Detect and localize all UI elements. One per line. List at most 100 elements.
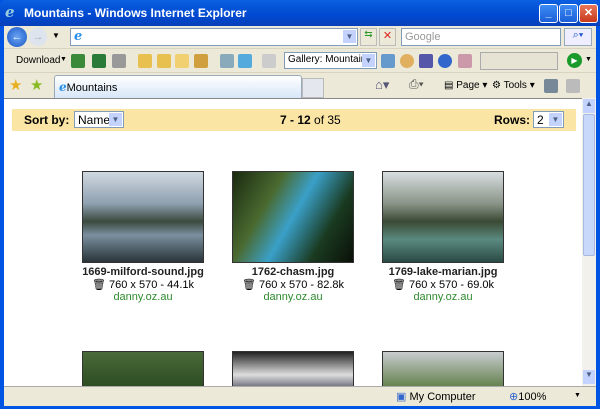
refresh-button[interactable]: ⇆ <box>360 28 377 46</box>
vertical-scrollbar[interactable]: ▲ ▼ <box>582 98 596 386</box>
folder-prev-icon[interactable] <box>138 54 152 68</box>
text-icon[interactable] <box>262 54 276 68</box>
folder-delete-icon[interactable] <box>194 54 208 68</box>
rows-select[interactable]: 2 ▼ <box>533 111 564 128</box>
edit-icon[interactable] <box>381 54 395 68</box>
add-favorites-icon[interactable]: ★ <box>30 76 43 94</box>
stop-button[interactable]: ✕ <box>379 28 396 46</box>
zoom-icon[interactable] <box>400 54 414 68</box>
gallery-item: 1762-chasm.jpg 🗑 760 x 570 - 82.8k danny… <box>218 266 368 303</box>
image-info: 760 x 570 - 44.1k <box>109 279 195 291</box>
scroll-up-button[interactable]: ▲ <box>583 99 595 113</box>
minimize-button[interactable]: _ <box>539 4 558 23</box>
navigation-bar: ← → ▼ e ▼ ⇆ ✕ Google ⌕▾ <box>4 26 596 48</box>
page-content: Sort by: Name ▼ 7 - 12 of 35 Rows: 2 ▼ 166… <box>4 98 582 391</box>
tab-ie-icon: e <box>59 80 67 94</box>
folder-icon[interactable] <box>175 54 189 68</box>
sort-label: Sort by: <box>24 113 70 127</box>
tools-label: Tools <box>503 80 527 91</box>
forward-button[interactable]: → <box>29 28 47 46</box>
fit-icon[interactable] <box>238 54 252 68</box>
save-icon[interactable] <box>419 54 433 68</box>
status-bar: ▣ My Computer ⊕100% ▼ <box>4 386 596 406</box>
thumbnail-row2-3[interactable] <box>382 351 504 391</box>
go-dropdown[interactable]: ▼ <box>585 56 592 63</box>
thumbnail-milford-sound[interactable] <box>82 171 204 263</box>
window-title: Mountains - Windows Internet Explorer <box>24 6 247 20</box>
tab-mountains[interactable]: eMountains <box>54 75 302 98</box>
research-icon[interactable] <box>544 79 558 93</box>
palette-icon[interactable] <box>458 54 472 68</box>
image-site-link[interactable]: danny.oz.au <box>68 291 218 303</box>
folder-next-icon[interactable] <box>157 54 171 68</box>
tab-bar: ★ ★ eMountains ⌂▾ ⎙▾ ▤ Page ▾ ⚙ Tools ▾ <box>4 72 596 98</box>
thumbnail-chasm[interactable] <box>232 171 354 263</box>
zoom-dropdown[interactable]: ▼ <box>574 392 581 399</box>
sort-select[interactable]: Name ▼ <box>74 111 124 128</box>
maximize-button[interactable]: □ <box>559 4 578 23</box>
home-icon[interactable]: ⌂▾ <box>375 77 389 93</box>
gallery-select-value: Gallery: Mountains <box>288 54 372 65</box>
add-on-toolbar: Download ▼ Gallery: Mountains ▼ ▶ ▼ <box>4 48 596 72</box>
thumbnails-icon[interactable] <box>220 54 234 68</box>
computer-icon: ▣ <box>396 391 407 403</box>
search-button[interactable]: ⌕▾ <box>564 28 592 46</box>
page-range: 7 - 12 of 35 <box>280 113 341 127</box>
info-icon[interactable] <box>438 54 452 68</box>
new-tab-button[interactable] <box>302 78 324 98</box>
favorites-star-icon[interactable]: ★ <box>9 76 22 94</box>
scroll-down-button[interactable]: ▼ <box>583 370 595 384</box>
zone-indicator: ▣ My Computer <box>396 390 476 403</box>
go-button[interactable]: ▶ <box>567 53 582 68</box>
close-button[interactable]: ✕ <box>579 4 598 23</box>
rows-value: 2 <box>537 113 544 127</box>
image-next-icon[interactable] <box>92 54 106 68</box>
zoom-level: 100% <box>518 391 547 403</box>
gallery-header: Sort by: Name ▼ 7 - 12 of 35 Rows: 2 ▼ <box>12 109 576 131</box>
zoom-icon: ⊕ <box>509 391 519 403</box>
print-icon[interactable]: ⎙▾ <box>409 77 424 92</box>
zoom-control[interactable]: ⊕100% <box>509 390 546 403</box>
page-icon: e <box>74 29 83 44</box>
gallery-select[interactable]: Gallery: Mountains ▼ <box>284 52 377 69</box>
gallery-item: 1769-lake-marian.jpg 🗑 760 x 570 - 69.0k… <box>368 266 518 303</box>
image-name[interactable]: 1669-milford-sound.jpg <box>68 266 218 278</box>
image-prev-icon[interactable] <box>71 54 85 68</box>
gallery-item: 1669-milford-sound.jpg 🗑 760 x 570 - 44.… <box>68 266 218 303</box>
image-name[interactable]: 1769-lake-marian.jpg <box>368 266 518 278</box>
total-text: of 35 <box>314 113 341 127</box>
image-site-link[interactable]: danny.oz.au <box>368 291 518 303</box>
title-bar: e Mountains - Windows Internet Explorer <box>0 0 600 26</box>
ie-logo-icon: e <box>5 3 15 21</box>
rows-label: Rows: <box>494 113 530 127</box>
search-input[interactable]: Google <box>401 28 561 46</box>
sort-value: Name <box>78 113 111 127</box>
feeds-icon[interactable] <box>566 79 580 93</box>
image-name[interactable]: 1762-chasm.jpg <box>218 266 368 278</box>
thumbnail-row2-2[interactable] <box>232 351 354 391</box>
range-text: 7 - 12 <box>280 113 311 127</box>
download-dropdown[interactable]: ▼ <box>60 56 67 63</box>
thumbnail-lake-marian[interactable] <box>382 171 504 263</box>
image-site-link[interactable]: danny.oz.au <box>218 291 368 303</box>
recent-pages-dropdown[interactable]: ▼ <box>52 31 60 40</box>
page-label: Page <box>456 80 480 91</box>
back-button[interactable]: ← <box>7 27 27 47</box>
trash-icon[interactable]: 🗑 <box>92 279 106 291</box>
address-dropdown[interactable]: ▼ <box>343 30 356 43</box>
tools-menu[interactable]: ⚙ Tools ▾ <box>492 80 535 91</box>
page-menu[interactable]: ▤ Page ▾ <box>444 80 487 91</box>
thumbnail-row2-1[interactable] <box>82 351 204 391</box>
zone-text: My Computer <box>409 391 476 403</box>
tab-label: Mountains <box>66 82 118 94</box>
address-bar[interactable]: e ▼ <box>70 28 358 46</box>
progress-field <box>480 52 558 70</box>
image-info: 760 x 570 - 82.8k <box>259 279 345 291</box>
trash-icon[interactable]: 🗑 <box>242 279 256 291</box>
image-info: 760 x 570 - 69.0k <box>409 279 495 291</box>
scroll-thumb[interactable] <box>583 114 595 256</box>
download-button[interactable]: Download <box>16 55 60 66</box>
image-delete-icon[interactable] <box>112 54 126 68</box>
trash-icon[interactable]: 🗑 <box>392 279 406 291</box>
search-placeholder: Google <box>405 31 441 43</box>
